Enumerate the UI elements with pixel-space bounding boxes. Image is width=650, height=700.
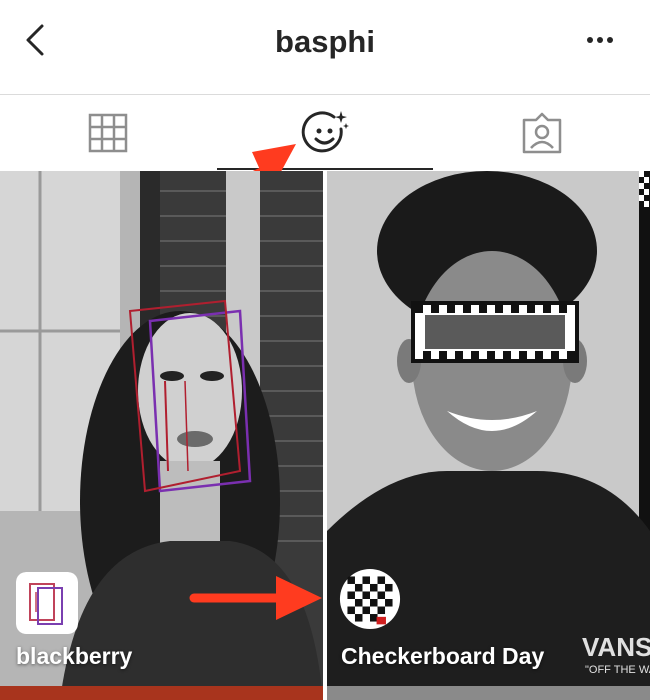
red-arrow-annotation-effect	[189, 576, 322, 620]
grid-icon	[88, 113, 128, 153]
tagged-person-icon	[522, 112, 562, 154]
effect-name-label: Checkerboard Day	[341, 643, 545, 669]
vans-logo: VANS	[582, 632, 650, 662]
profile-tabs	[0, 95, 650, 171]
vans-logo-tagline: "OFF THE WALL"	[585, 664, 650, 676]
next-row-tile-edge	[327, 686, 650, 700]
checkerboard-effect-icon	[339, 568, 401, 630]
more-options-icon[interactable]	[584, 30, 616, 50]
tab-tagged[interactable]	[434, 95, 650, 171]
effect-tile-checkerboard-day[interactable]: VANS "OFF THE WALL" Checkerboard Day	[327, 171, 650, 700]
profile-header: basphi	[0, 0, 650, 95]
effect-name-label: blackberry	[16, 643, 133, 669]
profile-username: basphi	[275, 24, 375, 59]
blackberry-effect-icon	[16, 572, 78, 634]
next-row-tile-edge	[0, 686, 323, 700]
